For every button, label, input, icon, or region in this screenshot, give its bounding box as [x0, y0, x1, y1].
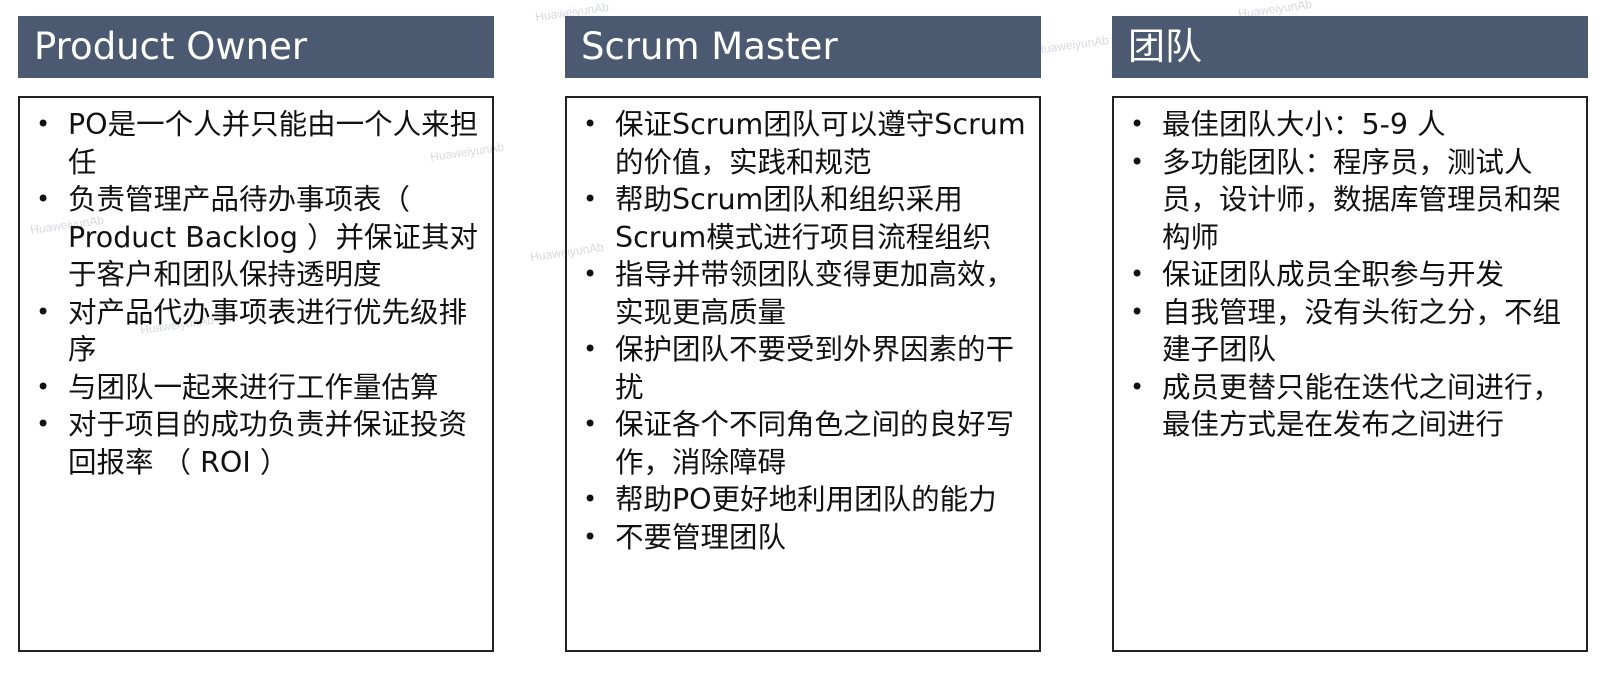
list-item-text: 保证团队成员全职参与开发	[1162, 258, 1505, 291]
bullet-icon: •	[1130, 147, 1145, 176]
column-header: Product Owner	[18, 16, 494, 78]
watermark: HuaweiyunAb	[1034, 32, 1110, 58]
column-team: 团队 • 最佳团队大小：5-9 人 • 多功能团队：程序员，测试人员，设计师，数据库…	[1112, 16, 1588, 652]
bullet-icon: •	[1130, 297, 1145, 326]
list-item: • 负责管理产品待办事项表（ Product Backlog ）并保证其对于客户和…	[34, 181, 482, 294]
list-item-text: 不要管理团队	[615, 520, 787, 554]
bullet-icon: •	[1130, 372, 1145, 401]
bullet-icon: •	[583, 185, 598, 213]
list-item: • 自我管理，没有头衔之分，不组建子团队	[1128, 294, 1576, 369]
list-item: • 保证各个不同角色之间的良好写作，消除障碍	[581, 406, 1029, 481]
column-header: 团队	[1112, 16, 1588, 78]
list-item-text: 保证Scrum团队可以遵守Scrum的价值，实践和规范	[615, 108, 1026, 179]
list-item: • 对于项目的成功负责并保证投资回报率 （ ROI ）	[34, 406, 482, 481]
list-item-text: 指导并带领团队变得更加高效，实现更高质量	[615, 258, 1015, 329]
column-header: Scrum Master	[565, 16, 1041, 78]
bullet-icon: •	[583, 522, 598, 551]
bullet-list: • 最佳团队大小：5-9 人 • 多功能团队：程序员，测试人员，设计师，数据库管理员…	[1128, 106, 1576, 444]
bullet-icon: •	[36, 410, 51, 438]
list-item: • 指导并带领团队变得更加高效，实现更高质量	[581, 256, 1029, 331]
list-item-text: 自我管理，没有头衔之分，不组建子团队	[1162, 295, 1562, 367]
list-item-text: 成员更替只能在迭代之间进行，最佳方式是在发布之间进行	[1162, 370, 1562, 442]
bullet-icon: •	[36, 110, 51, 138]
bullet-icon: •	[583, 485, 598, 513]
list-item: • 不要管理团队	[581, 519, 1029, 557]
list-item-text: 保护团队不要受到外界因素的干扰	[615, 333, 1015, 404]
list-item: • 帮助Scrum团队和组织采用Scrum模式进行项目流程组织	[581, 181, 1029, 256]
list-item-text: 帮助PO更好地利用团队的能力	[615, 483, 997, 516]
list-item: • 保护团队不要受到外界因素的干扰	[581, 331, 1029, 406]
list-item: • 对产品代办事项表进行优先级排序	[34, 294, 482, 369]
column-box: • 保证Scrum团队可以遵守Scrum的价值，实践和规范 • 帮助Scrum团队和…	[565, 96, 1041, 652]
column-scrum-master: Scrum Master • 保证Scrum团队可以遵守Scrum的价值，实践和规…	[565, 16, 1041, 652]
bullet-icon: •	[1130, 260, 1145, 288]
column-box: • PO是一个人并只能由一个人来担任 • 负责管理产品待办事项表（ Product …	[18, 96, 494, 652]
list-item: • 成员更替只能在迭代之间进行，最佳方式是在发布之间进行	[1128, 369, 1576, 444]
bullet-icon: •	[583, 335, 598, 363]
bullet-icon: •	[583, 110, 598, 138]
column-box: • 最佳团队大小：5-9 人 • 多功能团队：程序员，测试人员，设计师，数据库管理员…	[1112, 96, 1588, 652]
list-item: • 最佳团队大小：5-9 人	[1128, 106, 1576, 144]
list-item: • PO是一个人并只能由一个人来担任	[34, 106, 482, 181]
bullet-icon: •	[36, 185, 51, 213]
bullet-icon: •	[1130, 110, 1145, 138]
list-item: • 保证Scrum团队可以遵守Scrum的价值，实践和规范	[581, 106, 1029, 181]
list-item-text: 与团队一起来进行工作量估算	[68, 370, 439, 404]
bullet-icon: •	[583, 410, 598, 438]
list-item-text: 保证各个不同角色之间的良好写作，消除障碍	[615, 408, 1015, 479]
column-product-owner: Product Owner • PO是一个人并只能由一个人来担任 • 负责管理产品待…	[18, 16, 494, 652]
bullet-list: • 保证Scrum团队可以遵守Scrum的价值，实践和规范 • 帮助Scrum团队和…	[581, 106, 1029, 556]
list-item: • 多功能团队：程序员，测试人员，设计师，数据库管理员和架构师	[1128, 144, 1576, 257]
list-item: • 保证团队成员全职参与开发	[1128, 256, 1576, 294]
list-item-text: 多功能团队：程序员，测试人员，设计师，数据库管理员和架构师	[1162, 145, 1562, 254]
list-item-text: 负责管理产品待办事项表（ Product Backlog ）并保证其对于客户和团…	[68, 183, 478, 291]
list-item-text: 帮助Scrum团队和组织采用Scrum模式进行项目流程组织	[615, 183, 992, 254]
bullet-icon: •	[583, 260, 598, 288]
bullet-icon: •	[36, 297, 51, 326]
list-item: • 帮助PO更好地利用团队的能力	[581, 481, 1029, 519]
bullet-icon: •	[36, 372, 51, 401]
list-item-text: 对产品代办事项表进行优先级排序	[68, 295, 468, 367]
list-item: • 与团队一起来进行工作量估算	[34, 369, 482, 407]
list-item-text: 对于项目的成功负责并保证投资回报率 （ ROI ）	[68, 408, 468, 479]
list-item-text: PO是一个人并只能由一个人来担任	[68, 108, 479, 179]
list-item-text: 最佳团队大小：5-9 人	[1162, 108, 1446, 141]
bullet-list: • PO是一个人并只能由一个人来担任 • 负责管理产品待办事项表（ Product …	[34, 106, 482, 481]
